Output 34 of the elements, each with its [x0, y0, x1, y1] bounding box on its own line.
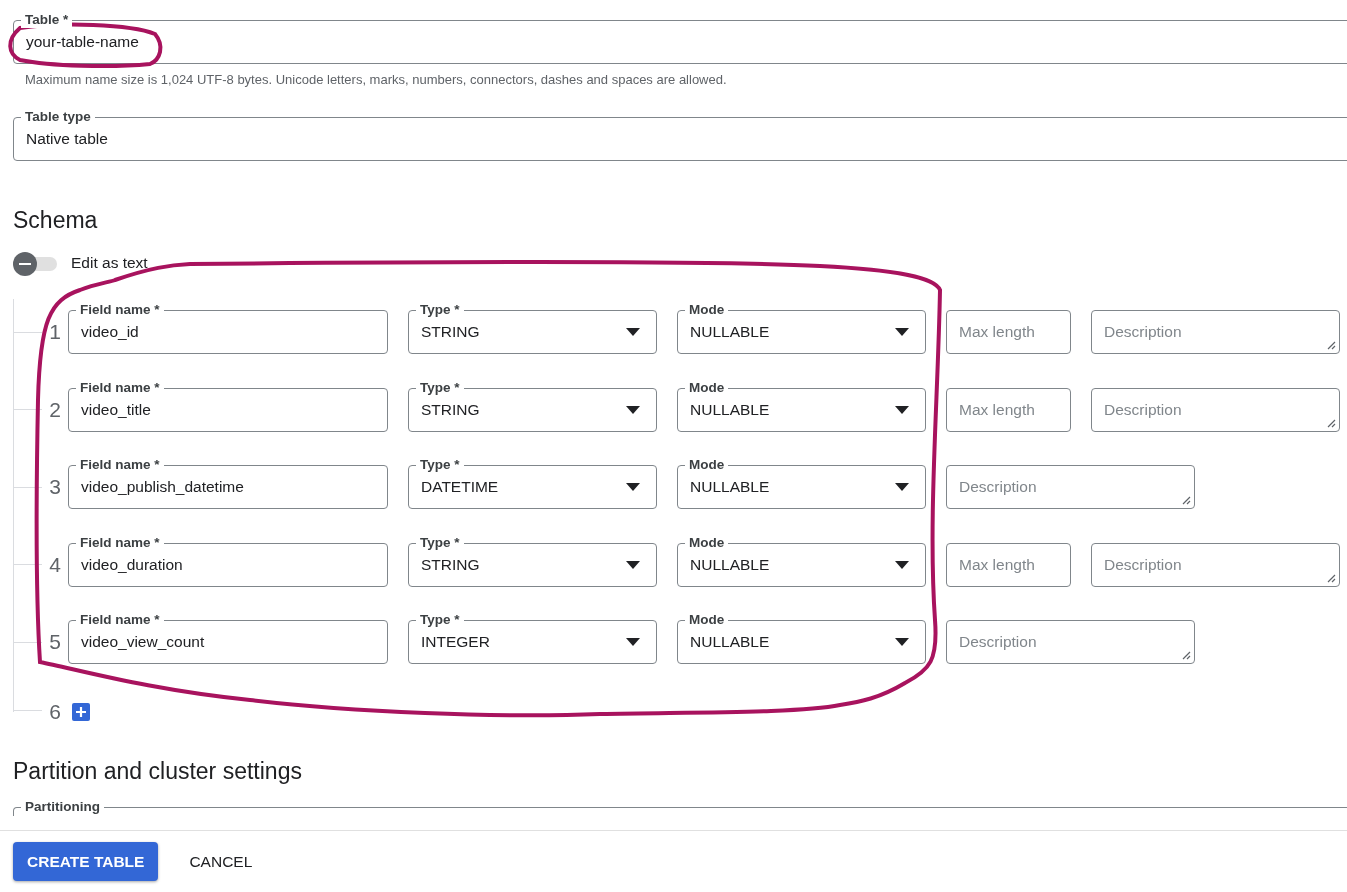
plus-icon: [76, 706, 86, 717]
caret-icon: [895, 483, 909, 491]
create-table-button[interactable]: CREATE TABLE: [13, 842, 159, 881]
add-field-button[interactable]: [72, 702, 90, 721]
row-number: 1: [48, 320, 62, 344]
caret-icon: [626, 638, 640, 646]
field-label: Type *: [416, 612, 464, 628]
caret-icon: [626, 328, 640, 336]
row-number: 5: [48, 630, 62, 654]
field-label: Type *: [416, 457, 464, 473]
caret-icon: [626, 405, 640, 414]
resize-handle-icon[interactable]: [1182, 496, 1191, 505]
resize-handle-icon[interactable]: [1327, 341, 1336, 350]
caret-icon: [895, 405, 909, 414]
row-number: 4: [48, 552, 62, 577]
field-label: Type *: [416, 302, 464, 318]
row-number: 3: [48, 475, 62, 499]
caret-icon: [895, 560, 909, 569]
cancel-button[interactable]: CANCEL: [176, 842, 266, 881]
caret-icon: [626, 560, 640, 569]
toggle-label: Edit as text: [71, 254, 148, 272]
helper-text: Maximum name size is 1,024 UTF-8 bytes. Unicode letters, marks, numbers, connectors, dashes and spaces are allowed.: [25, 72, 728, 87]
resize-handle-icon[interactable]: [1327, 573, 1336, 583]
row-number: 2: [48, 397, 62, 422]
resize-handle-icon[interactable]: [1327, 418, 1336, 428]
field-label: Table type: [21, 109, 95, 125]
section-heading: Schema: [13, 206, 99, 234]
row-number: 6: [48, 699, 62, 724]
caret-icon: [895, 638, 909, 646]
caret-icon: [895, 328, 909, 336]
section-heading: Partition and cluster settings: [13, 756, 303, 785]
resize-handle-icon[interactable]: [1182, 651, 1191, 660]
field-label: Table *: [21, 12, 73, 28]
caret-icon: [626, 483, 640, 491]
